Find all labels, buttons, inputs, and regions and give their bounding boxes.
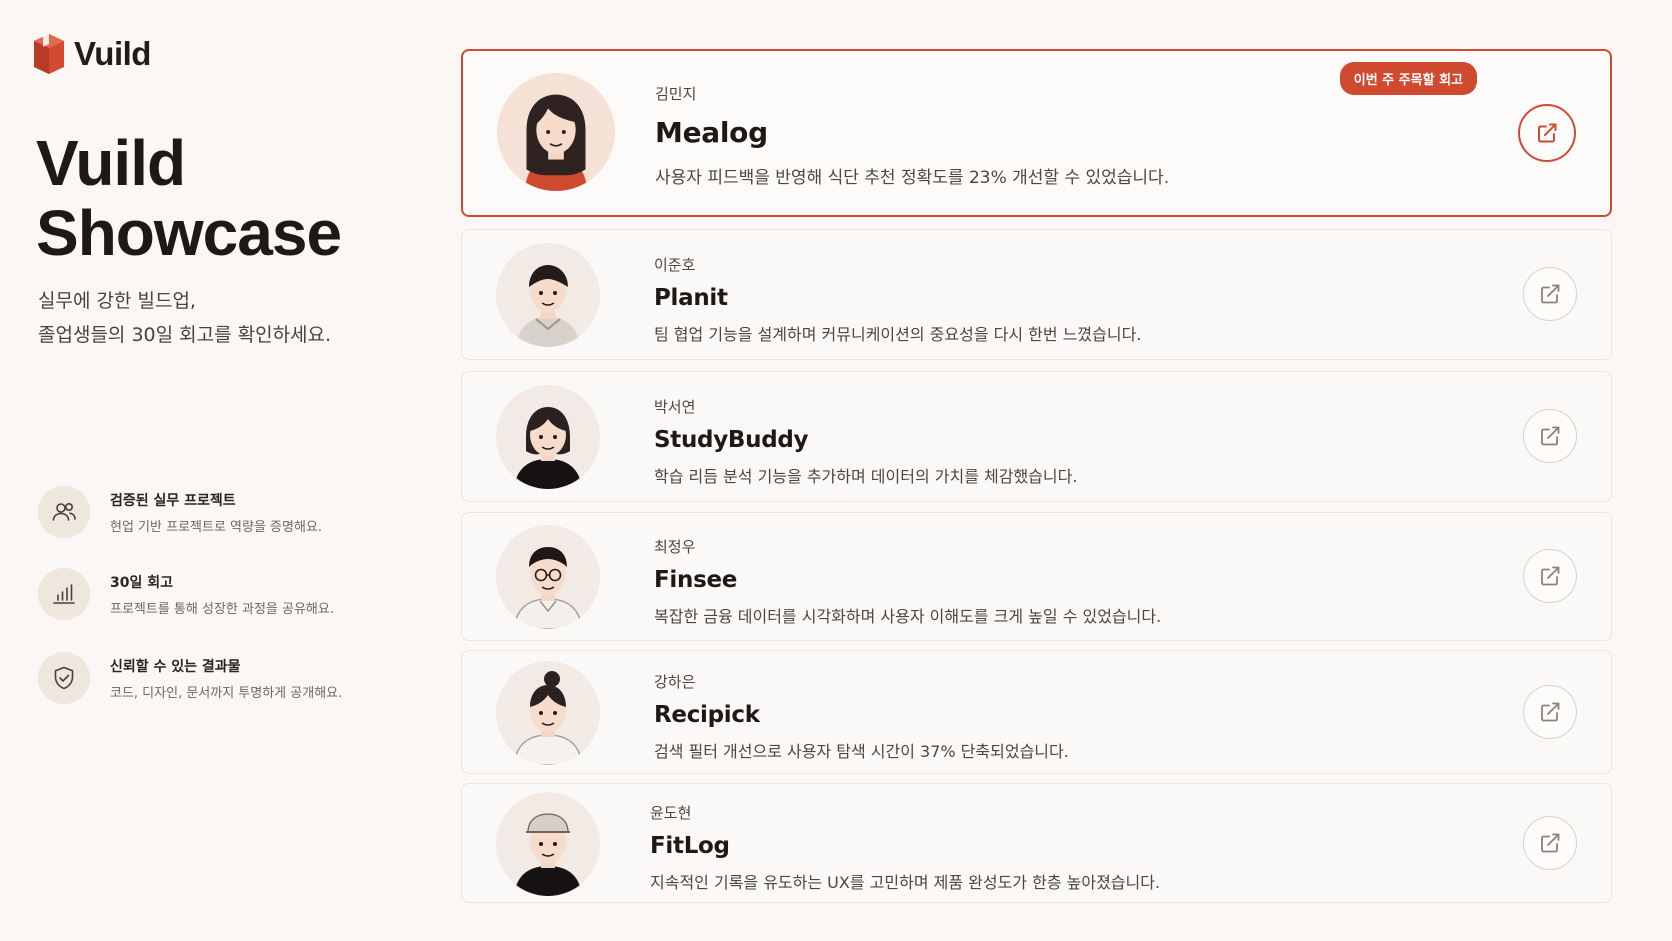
- avatar: [496, 243, 600, 347]
- open-link-button[interactable]: [1523, 409, 1577, 463]
- open-link-button[interactable]: [1523, 685, 1577, 739]
- feature-item-verified-projects: 검증된 실무 프로젝트 현업 기반 프로젝트로 역량을 증명해요.: [38, 486, 378, 538]
- external-link-icon: [1541, 702, 1560, 722]
- page-subtitle: 실무에 강한 빌드업, 졸업생들의 30일 회고를 확인하세요.: [38, 284, 331, 352]
- open-link-button[interactable]: [1523, 267, 1577, 321]
- feature-item-trusted-results: 신뢰할 수 있는 결과물 코드, 디자인, 문서까지 투명하게 공개해요.: [38, 652, 378, 704]
- card-content: 김민지 Mealog 사용자 피드백을 반영해 식단 추천 정확도를 23% 개…: [655, 83, 1169, 188]
- avatar: [497, 73, 615, 191]
- card-title: Planit: [654, 285, 728, 311]
- feature-title: 30일 회고: [110, 574, 173, 591]
- avatar: [496, 385, 600, 489]
- open-link-button[interactable]: [1523, 816, 1577, 870]
- avatar: [496, 525, 600, 629]
- avatar: [496, 792, 600, 896]
- card-content: 이준호 Planit 팀 협업 기능을 설계하며 커뮤니케이션의 중요성을 다시…: [654, 254, 1141, 345]
- feature-item-30day-retro: 30일 회고 프로젝트를 통해 성장한 과정을 공유해요.: [38, 568, 378, 620]
- featured-badge: 이번 주 주목할 회고: [1339, 62, 1477, 95]
- card-desc: 검색 필터 개선으로 사용자 탐색 시간이 37% 단축되었습니다.: [654, 742, 1069, 761]
- avatar: [496, 661, 600, 765]
- bar-chart-icon: [38, 568, 90, 620]
- page-title-line2: Showcase: [36, 197, 342, 269]
- showcase-card-recipick[interactable]: 강하은 Recipick 검색 필터 개선으로 사용자 탐색 시간이 37% 단…: [461, 650, 1612, 774]
- brand-name: Vuild: [74, 35, 151, 72]
- feature-desc: 코드, 디자인, 문서까지 투명하게 공개해요.: [110, 685, 343, 701]
- card-desc: 학습 리듬 분석 기능을 추가하며 데이터의 가치를 체감했습니다.: [654, 467, 1078, 486]
- card-content: 강하은 Recipick 검색 필터 개선으로 사용자 탐색 시간이 37% 단…: [654, 671, 1069, 762]
- card-content: 박서연 StudyBuddy 학습 리듬 분석 기능을 추가하며 데이터의 가치…: [654, 396, 1077, 487]
- external-link-icon: [1541, 284, 1560, 304]
- showcase-card-planit[interactable]: 이준호 Planit 팀 협업 기능을 설계하며 커뮤니케이션의 중요성을 다시…: [461, 229, 1612, 360]
- card-desc: 팀 협업 기능을 설계하며 커뮤니케이션의 중요성을 다시 한번 느꼈습니다.: [654, 325, 1142, 344]
- showcase-card-mealog[interactable]: 김민지 Mealog 사용자 피드백을 반영해 식단 추천 정확도를 23% 개…: [461, 49, 1612, 217]
- external-link-icon: [1541, 426, 1560, 446]
- vuild-logo-icon: [34, 34, 64, 74]
- card-author: 강하은: [654, 673, 696, 691]
- feature-desc: 현업 기반 프로젝트로 역량을 증명해요.: [110, 519, 323, 535]
- open-link-button[interactable]: [1518, 104, 1576, 162]
- page-title-line1: Vuild: [36, 127, 186, 199]
- feature-title: 신뢰할 수 있는 결과물: [110, 658, 241, 675]
- page-subtitle-line1: 실무에 강한 빌드업,: [38, 290, 196, 312]
- brand-logo[interactable]: Vuild: [34, 34, 151, 74]
- card-title: FitLog: [650, 833, 730, 859]
- shield-check-icon: [38, 652, 90, 704]
- external-link-icon: [1541, 833, 1560, 853]
- card-title: Finsee: [654, 567, 738, 593]
- open-link-button[interactable]: [1523, 549, 1577, 603]
- feature-desc: 프로젝트를 통해 성장한 과정을 공유해요.: [110, 601, 334, 617]
- showcase-card-fitlog[interactable]: 윤도현 FitLog 지속적인 기록을 유도하는 UX를 고민하며 제품 완성도…: [461, 783, 1612, 903]
- card-title: StudyBuddy: [654, 427, 809, 453]
- card-author: 최정우: [654, 538, 696, 556]
- card-desc: 지속적인 기록을 유도하는 UX를 고민하며 제품 완성도가 한층 높아졌습니다…: [650, 873, 1161, 892]
- page-subtitle-line2: 졸업생들의 30일 회고를 확인하세요.: [38, 324, 332, 346]
- card-content: 최정우 Finsee 복잡한 금융 데이터를 시각화하며 사용자 이해도를 크게…: [654, 536, 1161, 627]
- external-link-icon: [1541, 566, 1560, 586]
- card-author: 윤도현: [650, 804, 692, 822]
- card-desc: 사용자 피드백을 반영해 식단 추천 정확도를 23% 개선할 수 있었습니다.: [655, 168, 1170, 188]
- users-icon: [38, 486, 90, 538]
- feature-title: 검증된 실무 프로젝트: [110, 492, 236, 509]
- card-author: 이준호: [654, 256, 696, 274]
- card-title: Recipick: [654, 702, 760, 728]
- card-author: 김민지: [655, 85, 697, 103]
- showcase-card-studybuddy[interactable]: 박서연 StudyBuddy 학습 리듬 분석 기능을 추가하며 데이터의 가치…: [461, 371, 1612, 502]
- showcase-card-finsee[interactable]: 최정우 Finsee 복잡한 금융 데이터를 시각화하며 사용자 이해도를 크게…: [461, 512, 1612, 641]
- card-author: 박서연: [654, 398, 696, 416]
- page-title: Vuild Showcase: [36, 127, 342, 269]
- external-link-icon: [1538, 123, 1557, 143]
- card-content: 윤도현 FitLog 지속적인 기록을 유도하는 UX를 고민하며 제품 완성도…: [650, 802, 1160, 893]
- card-desc: 복잡한 금융 데이터를 시각화하며 사용자 이해도를 크게 높일 수 있었습니다…: [654, 607, 1162, 626]
- card-title: Mealog: [655, 116, 768, 149]
